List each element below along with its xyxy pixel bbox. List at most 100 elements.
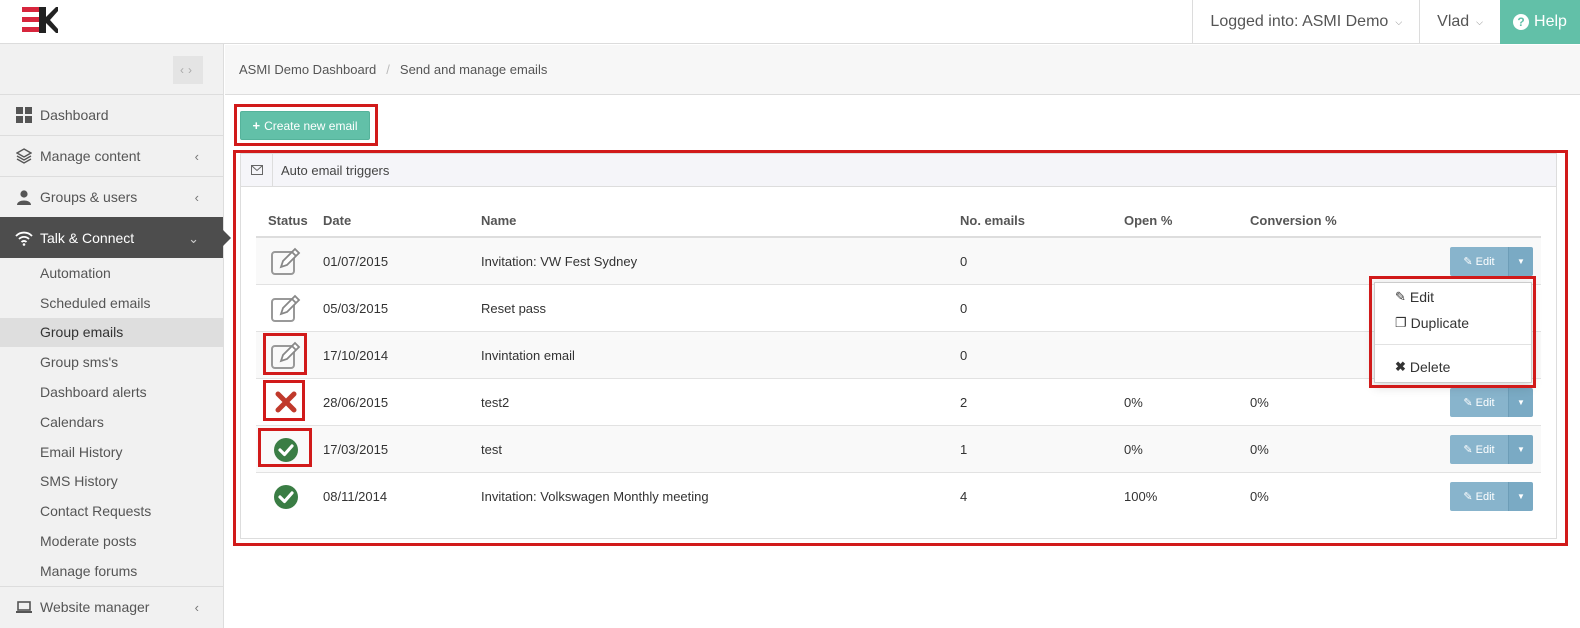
sidebar: ‹› Dashboard Manage content ‹ Groups & u…	[0, 44, 231, 628]
create-new-email-label: Create new email	[264, 118, 358, 133]
edit-button[interactable]: ✎ Edit	[1450, 247, 1508, 276]
edit-draft-icon	[270, 341, 302, 371]
panel-title: Auto email triggers	[281, 162, 390, 178]
edit-draft-icon	[270, 247, 302, 277]
row-emails: 4	[960, 489, 968, 504]
column-header-status[interactable]: Status	[268, 213, 308, 228]
sidebar-subitem-group-sms[interactable]: Group sms's	[0, 347, 223, 377]
sidebar-subitem-contact-requests[interactable]: Contact Requests	[0, 496, 223, 526]
dropdown-divider	[1375, 344, 1531, 345]
user-menu[interactable]: Vlad ⌵	[1419, 0, 1500, 44]
edit-dropdown-toggle[interactable]: ▼	[1508, 388, 1533, 417]
plus-icon: +	[252, 118, 261, 133]
row-open: 0%	[1124, 442, 1143, 457]
breadcrumb-current: Send and manage emails	[399, 62, 548, 77]
table-row[interactable]: 17/03/2015 test 1 0% 0% ✎ Edit ▼	[256, 426, 1541, 473]
row-conversion: 0%	[1250, 395, 1269, 410]
laptop-icon	[15, 599, 33, 615]
row-actions-dropdown: ✎ Edit ❐ Duplicate ✖ Delete	[1374, 282, 1532, 383]
column-header-open-percent[interactable]: Open %	[1124, 213, 1172, 228]
edit-dropdown-toggle[interactable]: ▼	[1508, 482, 1533, 511]
table-row[interactable]: 28/06/2015 test2 2 0% 0% ✎ Edit ▼	[256, 379, 1541, 426]
sidebar-item-label: Dashboard	[40, 107, 109, 123]
account-switcher[interactable]: Logged into: ASMI Demo ⌵	[1192, 0, 1419, 44]
row-date: 28/06/2015	[323, 395, 389, 410]
sidebar-item-manage-content[interactable]: Manage content ‹	[0, 135, 223, 176]
edit-label: Edit	[1475, 443, 1495, 456]
row-emails: 0	[960, 254, 968, 269]
edit-icon: ✎	[1463, 397, 1473, 409]
app-logo-icon[interactable]	[22, 5, 58, 35]
sidebar-subitem-automation[interactable]: Automation	[0, 258, 223, 288]
chevron-left-icon: ‹	[194, 149, 199, 164]
logged-into-label: Logged into: ASMI Demo	[1210, 13, 1389, 30]
table-row[interactable]: 01/07/2015 Invitation: VW Fest Sydney 0 …	[256, 238, 1541, 285]
success-check-icon	[270, 435, 302, 465]
sidebar-subitem-sms-history[interactable]: SMS History	[0, 467, 223, 497]
edit-dropdown-toggle[interactable]: ▼	[1508, 435, 1533, 464]
edit-icon: ✎	[1463, 491, 1473, 503]
row-emails: 1	[960, 442, 968, 457]
question-icon: ?	[1513, 14, 1530, 30]
user-name: Vlad	[1437, 13, 1470, 30]
row-date: 17/03/2015	[323, 442, 389, 457]
edit-icon: ✎	[1463, 444, 1473, 456]
envelope-icon	[241, 153, 273, 187]
wifi-icon	[15, 230, 33, 246]
help-button[interactable]: ? Help	[1500, 0, 1580, 44]
sidebar-subitem-scheduled-emails[interactable]: Scheduled emails	[0, 288, 223, 318]
dropdown-delete-label: Delete	[1409, 359, 1451, 375]
edit-button[interactable]: ✎ Edit	[1450, 482, 1508, 511]
table-row[interactable]: 17/10/2014 Invintation email 0	[256, 332, 1541, 379]
sidebar-collapse-toggle[interactable]: ‹›	[173, 56, 203, 84]
row-open: 0%	[1124, 395, 1143, 410]
chevron-down-icon: ⌵	[1395, 16, 1403, 27]
edit-label: Edit	[1475, 396, 1495, 409]
row-date: 08/11/2014	[323, 489, 388, 504]
sidebar-subitem-moderate-posts[interactable]: Moderate posts	[0, 526, 223, 556]
sidebar-subitem-email-history[interactable]: Email History	[0, 437, 223, 467]
chevron-left-icon: ‹	[194, 599, 199, 615]
table-row[interactable]: 08/11/2014 Invitation: Volkswagen Monthl…	[256, 473, 1541, 520]
create-new-email-button[interactable]: + Create new email	[240, 111, 370, 140]
row-name: Invitation: VW Fest Sydney	[481, 254, 638, 269]
dropdown-duplicate-item[interactable]: ❐ Duplicate	[1395, 315, 1469, 331]
table-row[interactable]: 05/03/2015 Reset pass 0	[256, 285, 1541, 332]
dropdown-duplicate-label: Duplicate	[1410, 315, 1470, 331]
edit-dropdown-toggle[interactable]: ▼	[1508, 247, 1533, 276]
auto-email-triggers-panel: Auto email triggers Status Date Name No.…	[240, 153, 1557, 539]
top-right-menu: Logged into: ASMI Demo ⌵ Vlad ⌵ ? Help	[1192, 0, 1580, 44]
row-name: test2	[481, 395, 510, 410]
sidebar-subitem-manage-forums[interactable]: Manage forums	[0, 556, 223, 586]
dropdown-edit-item[interactable]: ✎ Edit	[1395, 289, 1434, 305]
sidebar-subitem-calendars[interactable]: Calendars	[0, 407, 223, 437]
top-bar: Logged into: ASMI Demo ⌵ Vlad ⌵ ? Help	[0, 0, 1580, 44]
column-header-no-emails[interactable]: No. emails	[960, 213, 1025, 228]
sidebar-subitem-group-emails[interactable]: Group emails	[0, 317, 223, 348]
copy-icon: ❐	[1395, 315, 1407, 330]
row-date: 05/03/2015	[323, 301, 389, 316]
edit-button[interactable]: ✎ Edit	[1450, 435, 1508, 464]
breadcrumb-home-link[interactable]: ASMI Demo Dashboard	[239, 62, 376, 77]
sidebar-item-dashboard[interactable]: Dashboard	[0, 94, 223, 135]
row-name: test	[481, 442, 502, 457]
row-conversion: 0%	[1250, 489, 1269, 504]
column-header-name[interactable]: Name	[481, 213, 516, 228]
sidebar-item-website-manager[interactable]: Website manager ‹	[0, 585, 223, 627]
row-emails: 2	[960, 395, 968, 410]
sidebar-item-label: Manage content	[40, 148, 141, 164]
breadcrumb: ASMI Demo Dashboard / Send and manage em…	[225, 45, 1580, 95]
edit-button[interactable]: ✎ Edit	[1450, 388, 1508, 417]
chevron-left-icon: ‹	[194, 190, 199, 205]
edit-icon: ✎	[1395, 289, 1406, 304]
sidebar-item-talk-connect[interactable]: Talk & Connect ⌄	[0, 217, 231, 258]
row-date: 17/10/2014	[323, 348, 389, 363]
user-icon	[15, 189, 33, 205]
sidebar-item-groups-users[interactable]: Groups & users ‹	[0, 176, 223, 217]
column-header-date[interactable]: Date	[323, 213, 351, 228]
close-icon: ✖	[1395, 359, 1406, 374]
column-header-conversion-percent[interactable]: Conversion %	[1250, 213, 1337, 228]
sidebar-subitem-dashboard-alerts[interactable]: Dashboard alerts	[0, 377, 223, 407]
dropdown-delete-item[interactable]: ✖ Delete	[1395, 359, 1450, 375]
row-edit-group: ✎ Edit ▼	[1450, 388, 1533, 417]
